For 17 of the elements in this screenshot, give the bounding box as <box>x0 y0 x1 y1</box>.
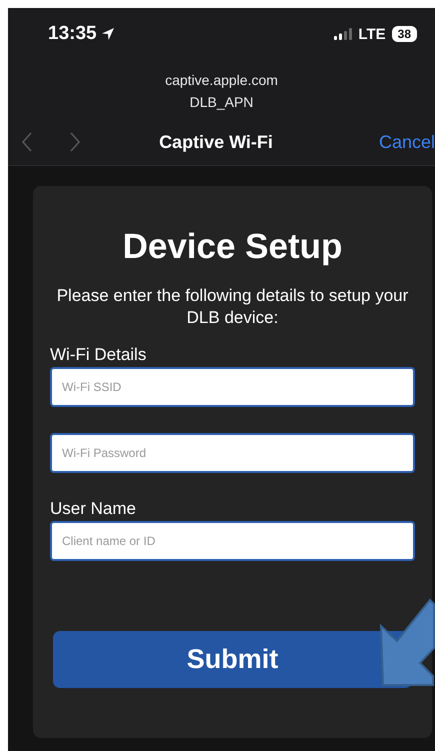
field-label: Wi-Fi Details <box>50 345 148 365</box>
signal-icon <box>334 28 352 40</box>
page-url: captive.apple.com <box>164 71 279 90</box>
location-arrow-icon <box>100 27 115 41</box>
input-field[interactable]: Client name or ID <box>50 521 415 561</box>
input-field[interactable]: Wi-Fi Password <box>50 433 415 473</box>
input-field[interactable]: Wi-Fi SSID <box>50 367 415 407</box>
instructions-text: Please enter the following details to setup your DLB device: <box>56 285 410 329</box>
network-type: LTE <box>358 26 386 42</box>
form-title: Device Setup <box>122 227 344 267</box>
field-label: User Name <box>50 499 137 519</box>
battery-level: 38 <box>392 26 417 42</box>
submit-button[interactable]: Submit <box>53 631 412 688</box>
clock-time: 13:35 <box>48 23 97 45</box>
network-name: DLB_APN <box>188 93 254 112</box>
page-title: Captive Wi-Fi <box>158 132 274 152</box>
cancel-link[interactable]: Cancel <box>378 132 435 152</box>
